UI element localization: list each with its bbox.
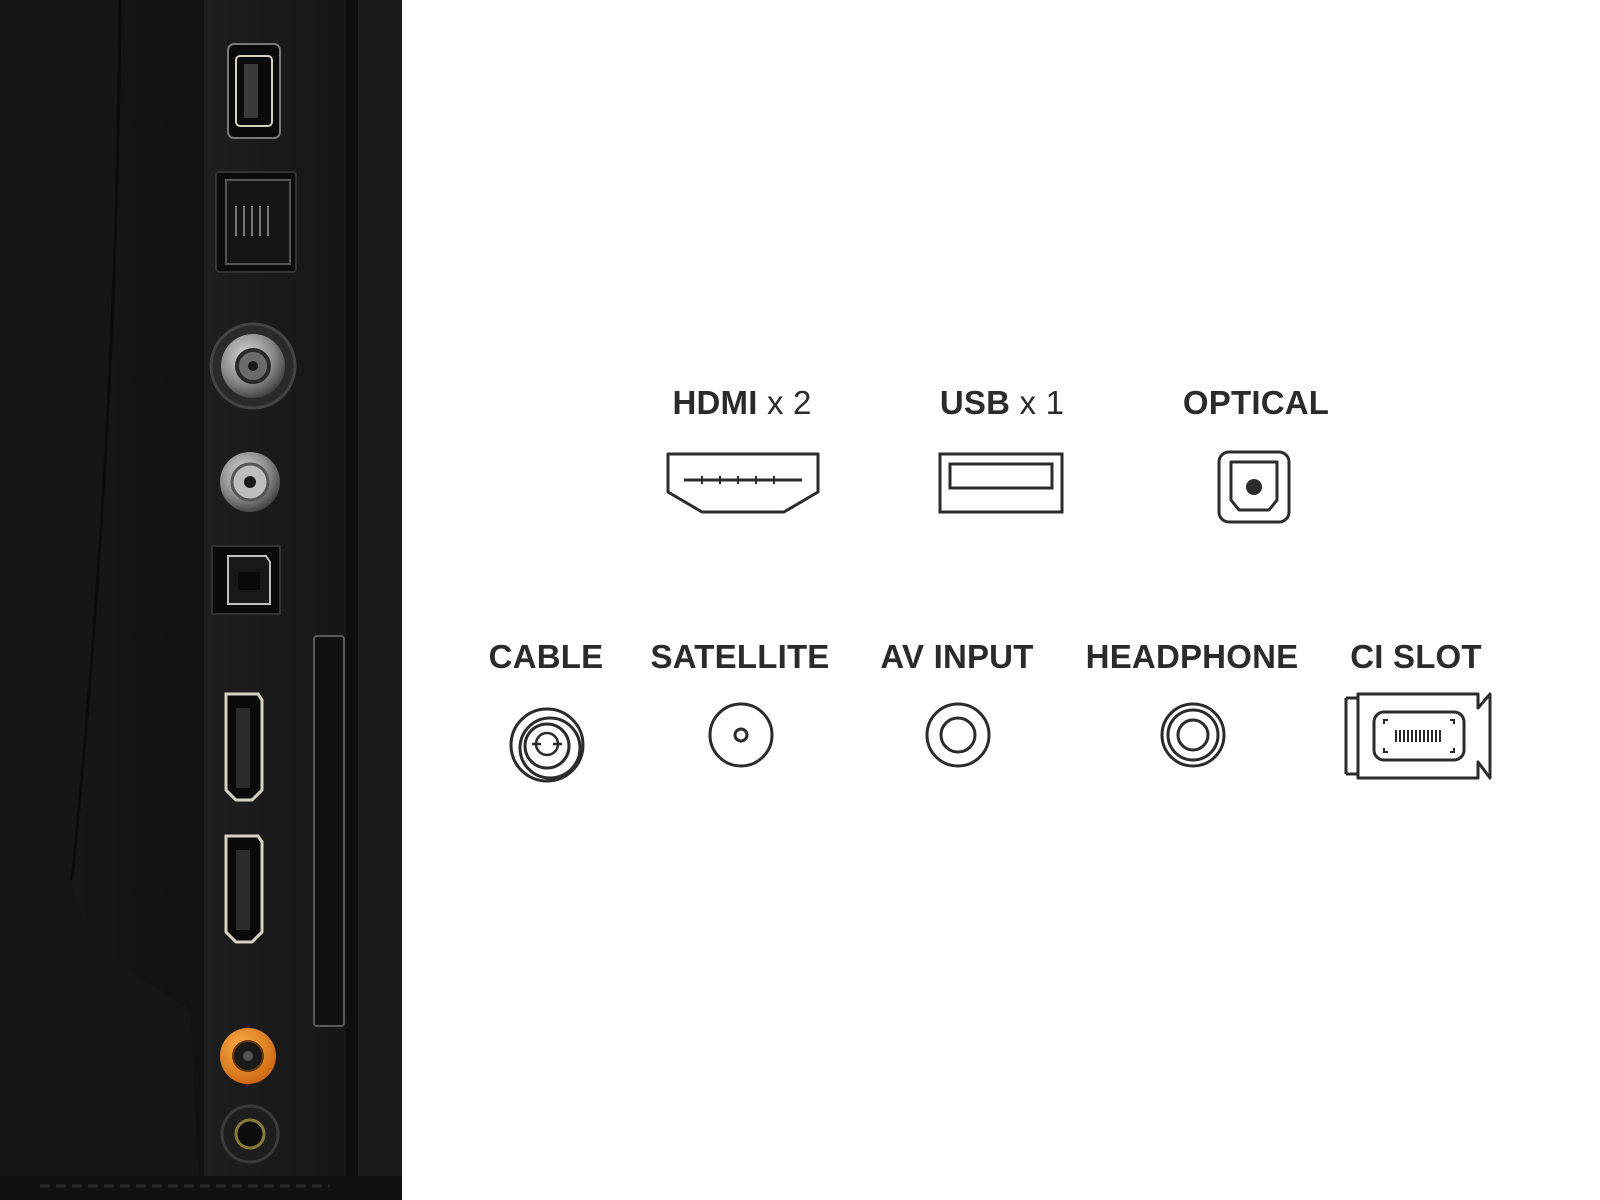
photo-satellite-port-icon <box>220 452 280 512</box>
hdmi-label-name: HDMI <box>672 384 758 421</box>
headphone-port-icon <box>1160 702 1226 768</box>
photo-ethernet-port-icon <box>215 171 297 273</box>
photo-av-input-port-icon <box>220 1028 276 1084</box>
satellite-port-icon <box>708 702 774 768</box>
av-input-label: AV INPUT <box>880 638 1034 675</box>
photo-hdmi-port-icon-1 <box>224 692 264 802</box>
ci-slot-label: CI SLOT <box>1350 638 1482 675</box>
tv-rear-ports-photo <box>0 0 402 1200</box>
optical-label: OPTICAL <box>1183 386 1329 419</box>
hdmi-port-icon <box>666 452 820 514</box>
photo-usb-port-icon <box>227 43 281 139</box>
usb-port-icon <box>938 452 1064 514</box>
usb-label: USB x 1 <box>940 386 1064 419</box>
cable-port-icon <box>508 706 586 784</box>
optical-port-icon <box>1217 450 1291 524</box>
hdmi-label-qty: x 2 <box>766 384 812 421</box>
ci-slot-icon <box>1344 692 1492 780</box>
photo-headphone-port-icon <box>220 1104 280 1164</box>
usb-label-name: USB <box>939 384 1011 421</box>
av-input-port-icon <box>925 702 991 768</box>
usb-label-qty: x 1 <box>1019 384 1065 421</box>
satellite-label: SATELLITE <box>650 638 830 675</box>
cable-label: CABLE <box>488 638 604 675</box>
photo-optical-port-icon <box>211 545 281 615</box>
headphone-label: HEADPHONE <box>1085 638 1299 675</box>
photo-hdmi-port-icon-2 <box>224 834 264 944</box>
hdmi-label: HDMI x 2 <box>672 386 811 419</box>
photo-cable-port-icon <box>209 322 297 410</box>
ports-infographic: HDMI x 2 USB x 1 OPTICAL CABLE SATELLITE… <box>0 0 1600 1200</box>
optical-label-name: OPTICAL <box>1182 384 1330 421</box>
